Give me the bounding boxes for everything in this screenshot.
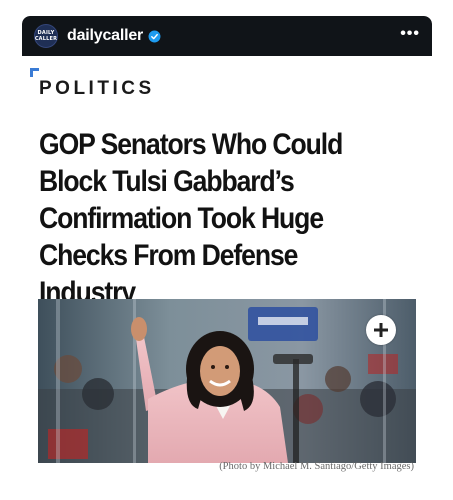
section-marker (30, 68, 39, 77)
post-card[interactable]: DAILY CALLER dailycaller ••• POLITICS GO… (22, 16, 432, 478)
article-headline[interactable]: GOP Senators Who Could Block Tulsi Gabba… (39, 126, 395, 311)
photo-caption: (Photo by Michael M. Santiago/Getty Imag… (219, 461, 414, 472)
plus-icon (374, 323, 388, 337)
section-label: POLITICS (39, 78, 155, 99)
article-photo[interactable] (38, 299, 416, 463)
username[interactable]: dailycaller (67, 27, 143, 45)
expand-plus-button[interactable] (366, 315, 396, 345)
more-options-icon[interactable]: ••• (400, 26, 420, 42)
verified-badge-icon (148, 30, 161, 42)
page: DAILY CALLER dailycaller ••• POLITICS GO… (0, 0, 453, 500)
photo-image (38, 299, 416, 463)
avatar[interactable]: DAILY CALLER (34, 24, 58, 48)
article-preview[interactable]: POLITICS GOP Senators Who Could Block Tu… (22, 56, 432, 478)
post-header: DAILY CALLER dailycaller ••• (22, 16, 432, 56)
